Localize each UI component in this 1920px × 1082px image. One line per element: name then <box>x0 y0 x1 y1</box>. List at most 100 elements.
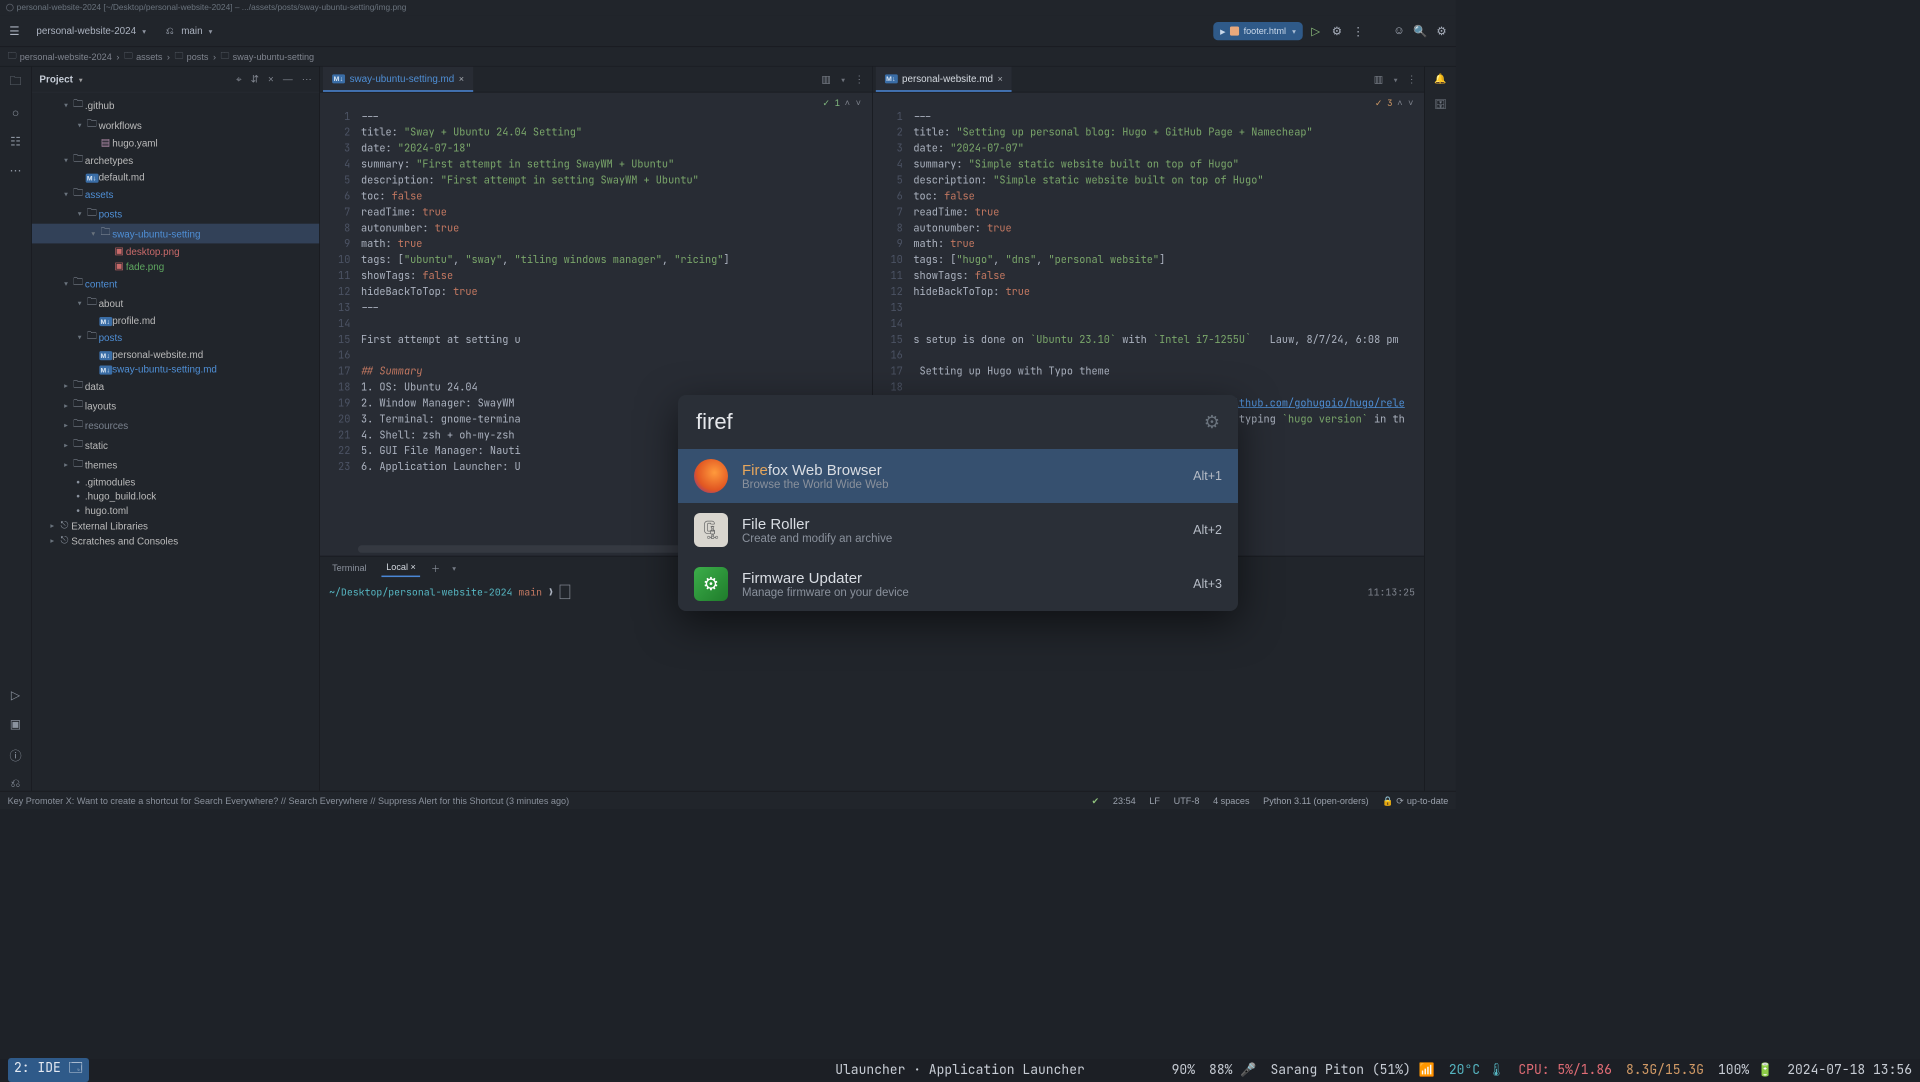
search-everywhere-icon[interactable]: 🔍 <box>1412 22 1429 39</box>
expand-all-icon[interactable]: ⇵ <box>251 73 259 85</box>
project-view-selector[interactable] <box>77 74 82 85</box>
close-tab-icon[interactable]: × <box>998 73 1003 84</box>
launcher-shortcut: Alt+3 <box>1193 577 1222 591</box>
tree-md-personal-website-md[interactable]: M↓personal-website.md <box>32 347 319 361</box>
scrollbar-horizontal[interactable] <box>358 545 707 553</box>
more-tool-icon[interactable]: ⋯ <box>9 163 21 178</box>
tree-folder-posts[interactable]: ▾🗀posts <box>32 328 319 348</box>
status-indicator-icon[interactable]: ✔ <box>1092 795 1100 806</box>
launcher-settings-icon[interactable]: ⚙ <box>1204 412 1220 433</box>
tree-file-hugo-toml[interactable]: •hugo.toml <box>32 504 319 518</box>
project-selector[interactable]: personal-website-2024 <box>30 22 152 39</box>
status-sdk[interactable]: Python 3.11 (open-orders) <box>1263 795 1369 806</box>
tree-folder-themes[interactable]: ▸🗀themes <box>32 455 319 475</box>
editor-menu-icon[interactable]: ⋮ <box>854 73 864 85</box>
tree-img-fade-png[interactable]: ▣fade.png <box>32 259 319 274</box>
project-tool-icon[interactable]: 🗀 <box>9 73 21 93</box>
breadcrumbs: personal-website-2024› assets› posts› sw… <box>0 47 1456 67</box>
terminal-tab-local[interactable]: Local × <box>382 559 421 577</box>
editor-tab[interactable]: M↓ personal-website.md × <box>875 67 1011 92</box>
close-tab-icon[interactable]: × <box>459 73 464 84</box>
tree-md-sway-ubuntu-setting-md[interactable]: M↓sway-ubuntu-setting.md <box>32 362 319 376</box>
workspace-indicator[interactable]: 2: IDE 🗔 <box>8 1058 89 1082</box>
more-actions-icon[interactable]: ⋮ <box>1350 22 1367 39</box>
tree-folder-workflows[interactable]: ▾🗀workflows <box>32 115 319 135</box>
crumb-root[interactable]: personal-website-2024 <box>8 49 112 65</box>
hamburger-icon[interactable]: ☰ <box>6 22 23 39</box>
project-tree[interactable]: ▾🗀.github▾🗀workflows▤hugo.yaml▾🗀archetyp… <box>32 93 319 791</box>
tree-folder-about[interactable]: ▾🗀about <box>32 293 319 313</box>
status-eol[interactable]: LF <box>1149 795 1160 806</box>
tree-folder-archetypes[interactable]: ▾🗀archetypes <box>32 150 319 170</box>
terminal-title[interactable]: Terminal <box>328 560 371 577</box>
status-bar: Key Promoter X: Want to create a shortcu… <box>0 791 1456 809</box>
swaybar-battery-1: 90% <box>1172 1061 1195 1078</box>
main-toolbar: ☰ personal-website-2024 main footer.html… <box>0 15 1456 47</box>
hide-panel-icon[interactable]: — <box>283 73 293 85</box>
terminal-menu-icon[interactable] <box>451 563 456 574</box>
status-notice[interactable]: Key Promoter X: Want to create a shortcu… <box>8 795 1078 806</box>
run-configuration[interactable]: footer.html <box>1213 22 1302 40</box>
launcher-search-input[interactable] <box>696 409 1204 435</box>
crumb[interactable]: sway-ubuntu-setting <box>221 49 315 65</box>
tree-yaml-hugo-yaml[interactable]: ▤hugo.yaml <box>32 135 319 150</box>
editor-menu-icon[interactable]: ⋮ <box>1407 73 1417 85</box>
preview-options-icon[interactable] <box>1392 74 1397 85</box>
launcher-shortcut: Alt+2 <box>1193 523 1222 537</box>
status-encoding[interactable]: UTF-8 <box>1174 795 1200 806</box>
crumb[interactable]: assets <box>124 49 162 65</box>
select-opened-file-icon[interactable]: ⌖ <box>236 73 242 85</box>
tree-md-default-md[interactable]: M↓default.md <box>32 170 319 184</box>
preview-mode-icon[interactable]: ▥ <box>1374 73 1383 85</box>
debug-button[interactable]: ⚙ <box>1329 22 1346 39</box>
preview-options-icon[interactable] <box>840 74 845 85</box>
tree-folder-posts[interactable]: ▾🗀posts <box>32 204 319 224</box>
commit-tool-icon[interactable]: ○ <box>12 107 19 121</box>
swaybar-cpu: CPU: 5%/1.86 <box>1518 1061 1612 1078</box>
tree-folder--github[interactable]: ▾🗀.github <box>32 96 319 116</box>
branch-selector[interactable]: main <box>160 22 219 40</box>
tree-folder-assets[interactable]: ▾🗀assets <box>32 184 319 204</box>
swaybar-window-title: Ulauncher · Application Launcher <box>835 1061 1085 1078</box>
tree-folder-sway-ubuntu-setting[interactable]: ▾🗀sway-ubuntu-setting <box>32 224 319 244</box>
database-tool-icon[interactable]: 🗄 <box>1434 99 1447 111</box>
tree-folder-content[interactable]: ▾🗀content <box>32 274 319 294</box>
run-tool-icon[interactable]: ▷ <box>11 688 20 703</box>
launcher-result[interactable]: Firefox Web BrowserBrowse the World Wide… <box>678 449 1238 503</box>
project-panel: Project ⌖ ⇵ × — ⋯ ▾🗀.github▾🗀workflows▤h… <box>32 67 320 791</box>
launcher-result[interactable]: ⚙Firmware UpdaterManage firmware on your… <box>678 557 1238 611</box>
new-terminal-icon[interactable]: ＋ <box>431 562 440 575</box>
terminal-tool-icon[interactable]: ▣ <box>10 717 21 732</box>
vcs-tool-icon[interactable]: ⎌ <box>11 777 21 791</box>
terminal-body[interactable]: 11:13:25 ~/Desktop/personal-website-2024… <box>320 579 1424 791</box>
project-panel-title: Project <box>39 74 72 85</box>
settings-icon[interactable]: ⚙ <box>1433 22 1450 39</box>
tree-file--hugo-build-lock[interactable]: •.hugo_build.lock <box>32 489 319 503</box>
crumb[interactable]: posts <box>175 49 209 65</box>
tree-md-profile-md[interactable]: M↓profile.md <box>32 313 319 327</box>
tree-lib-external-libraries[interactable]: ▸⎋External Libraries <box>32 518 319 533</box>
tree-folder-static[interactable]: ▸🗀static <box>32 435 319 455</box>
launcher-shortcut: Alt+1 <box>1193 469 1222 483</box>
preview-mode-icon[interactable]: ▥ <box>821 73 830 85</box>
notifications-icon[interactable]: 🔔 <box>1434 73 1446 85</box>
tree-img-desktop-png[interactable]: ▣desktop.png <box>32 243 319 258</box>
tree-folder-data[interactable]: ▸🗀data <box>32 376 319 396</box>
panel-options-icon[interactable]: ⋯ <box>302 73 312 85</box>
run-button[interactable]: ▷ <box>1307 22 1324 39</box>
status-indent[interactable]: 4 spaces <box>1213 795 1249 806</box>
swaybar-temp: 20°C 🌡 <box>1449 1061 1505 1078</box>
status-sync[interactable]: 🔒 ⟳ up-to-date <box>1382 795 1448 806</box>
tree-folder-layouts[interactable]: ▸🗀layouts <box>32 396 319 416</box>
right-tool-rail: 🔔 🗄 <box>1424 67 1456 791</box>
tree-lib-scratches-and-consoles[interactable]: ▸⎋Scratches and Consoles <box>32 533 319 548</box>
tree-folder-resources[interactable]: ▸🗀resources <box>32 416 319 436</box>
tree-file--gitmodules[interactable]: •.gitmodules <box>32 475 319 489</box>
collapse-all-icon[interactable]: × <box>268 73 274 85</box>
account-icon[interactable]: ☺ <box>1391 22 1408 39</box>
editor-tab[interactable]: M↓ sway-ubuntu-setting.md × <box>323 67 473 92</box>
problems-tool-icon[interactable]: ⓘ <box>9 745 21 763</box>
launcher-result[interactable]: 🗜File RollerCreate and modify an archive… <box>678 503 1238 557</box>
structure-tool-icon[interactable]: ☷ <box>10 134 21 149</box>
swaybar-battery-2: 88% 🎤 <box>1209 1061 1256 1078</box>
